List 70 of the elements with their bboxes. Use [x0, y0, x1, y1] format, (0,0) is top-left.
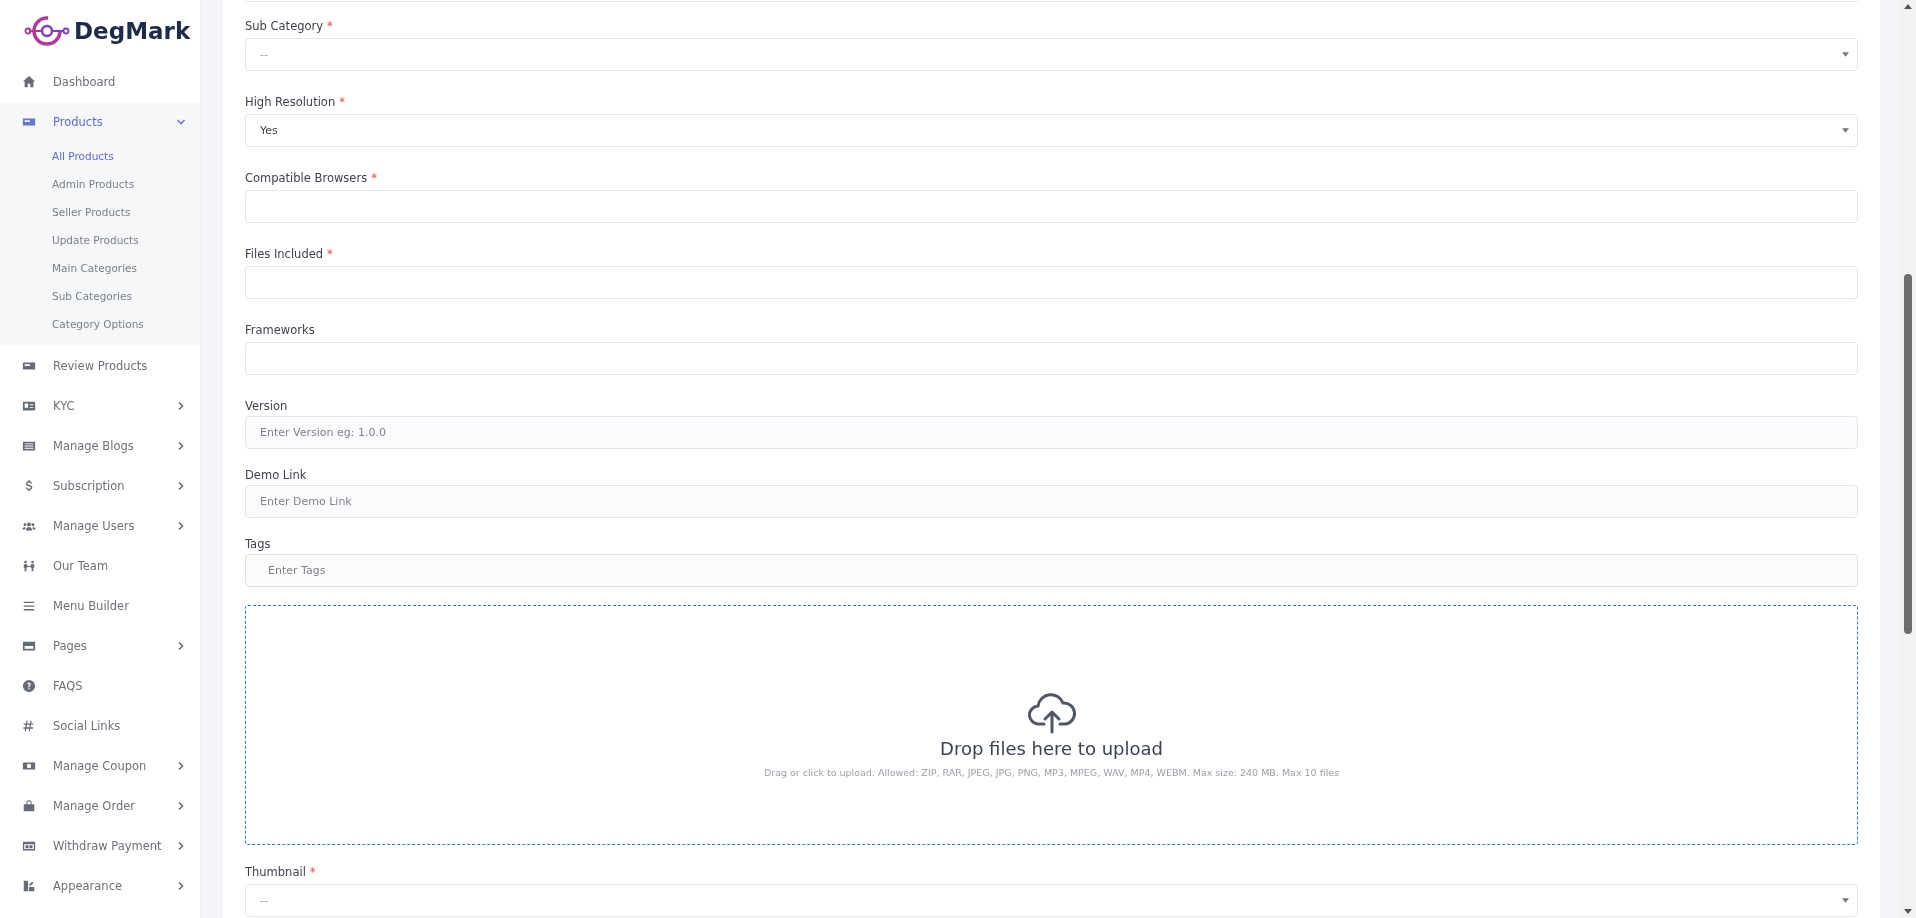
sidebar-item[interactable]: Social Links: [0, 706, 200, 746]
menu-icon: [22, 599, 36, 613]
sidebar-item[interactable]: Manage Coupon: [0, 746, 200, 786]
bag-icon: [22, 799, 36, 813]
brand-name: DegMark: [74, 18, 191, 44]
scroll-up-icon: [1904, 4, 1912, 9]
hash-icon: [22, 719, 36, 733]
sidebar-item[interactable]: Manage Order: [0, 786, 200, 826]
submenu-item[interactable]: Admin Products: [0, 170, 200, 198]
required-mark: *: [327, 19, 333, 33]
field-label: Thumbnail *: [245, 864, 317, 881]
field-label: Files Included *: [245, 246, 334, 263]
required-mark: *: [339, 95, 345, 109]
field-label: Demo Link: [245, 467, 308, 484]
text-field[interactable]: [245, 266, 1858, 299]
page-icon: [22, 639, 36, 653]
text-field[interactable]: [245, 190, 1858, 223]
submenu-item[interactable]: Sub Categories: [0, 282, 200, 310]
field-label: High Resolution *: [245, 94, 346, 111]
logo-icon: [24, 14, 70, 48]
select-field[interactable]: --: [245, 884, 1858, 917]
sidebar-item[interactable]: Appearance: [0, 866, 200, 906]
team-icon: [22, 559, 36, 573]
submenu-item[interactable]: Seller Products: [0, 198, 200, 226]
caret-icon: [1842, 898, 1849, 903]
home-icon: [22, 75, 36, 89]
sidebar-item[interactable]: Withdraw Payment: [0, 826, 200, 866]
text-field[interactable]: [245, 342, 1858, 375]
file-dropzone[interactable]: Drop files here to upload Drag or click to upload. Allowed: ZIP, RAR, JPEG, JPG, PNG, MP3, MPEG, WAV, MP4, WEBM. Max size: 240 MB. Max 10 files: [245, 605, 1858, 845]
caret-icon: [1842, 128, 1849, 133]
list-icon: [22, 439, 36, 453]
text-field[interactable]: Enter Demo Link: [245, 485, 1858, 518]
sidebar-item[interactable]: FAQS: [0, 666, 200, 706]
dropzone-title: Drop files here to upload: [940, 738, 1163, 759]
submenu-item[interactable]: Main Categories: [0, 254, 200, 282]
sidebar-item[interactable]: Menu Builder: [0, 586, 200, 626]
sidebar-item[interactable]: Our Team: [0, 546, 200, 586]
caret-icon: [1842, 52, 1849, 57]
sidebar-item[interactable]: Pages: [0, 626, 200, 666]
required-mark: *: [371, 171, 377, 185]
select-field[interactable]: --: [245, 38, 1858, 71]
sidebar-item[interactable]: Manage Users: [0, 506, 200, 546]
sidebar-item[interactable]: Products: [0, 102, 200, 142]
scroll-down-icon: [1904, 909, 1912, 914]
select-field[interactable]: Yes: [245, 114, 1858, 147]
required-mark: *: [309, 865, 316, 879]
text-field[interactable]: Enter Version eg: 1.0.0: [245, 416, 1858, 449]
scrollbar-thumb[interactable]: [1904, 274, 1912, 634]
sidebar-item[interactable]: KYC: [0, 386, 200, 426]
field-label: Sub Category *: [245, 18, 334, 35]
sidebar-item[interactable]: Subscription: [0, 466, 200, 506]
submenu-item[interactable]: Category Options: [0, 310, 200, 338]
palette-icon: [22, 879, 36, 893]
wallet-icon: [22, 839, 36, 853]
tags-field[interactable]: Enter Tags: [245, 554, 1858, 587]
field-label: Version: [245, 398, 289, 415]
scrollbar[interactable]: [1900, 0, 1916, 918]
submenu-item[interactable]: All Products: [0, 142, 200, 170]
required-mark: *: [327, 247, 333, 261]
submenu-item[interactable]: Update Products: [0, 226, 200, 254]
cloud-upload-icon: [1026, 690, 1077, 734]
field-label: Tags: [245, 536, 272, 553]
sidebar-item[interactable]: Review Products: [0, 346, 200, 386]
field-label: Compatible Browsers *: [245, 170, 378, 187]
question-icon: [22, 679, 36, 693]
field-label: Frameworks: [245, 322, 316, 339]
idcard-icon: [22, 399, 36, 413]
sidebar-item[interactable]: Manage Blogs: [0, 426, 200, 466]
dropzone-hint: Drag or click to upload. Allowed: ZIP, RAR, JPEG, JPG, PNG, MP3, MPEG, WAV, MP4, WEBM. Max size: 240 MB. Max 10 files: [763, 767, 1340, 778]
sidebar-item[interactable]: Dashboard: [0, 62, 200, 102]
